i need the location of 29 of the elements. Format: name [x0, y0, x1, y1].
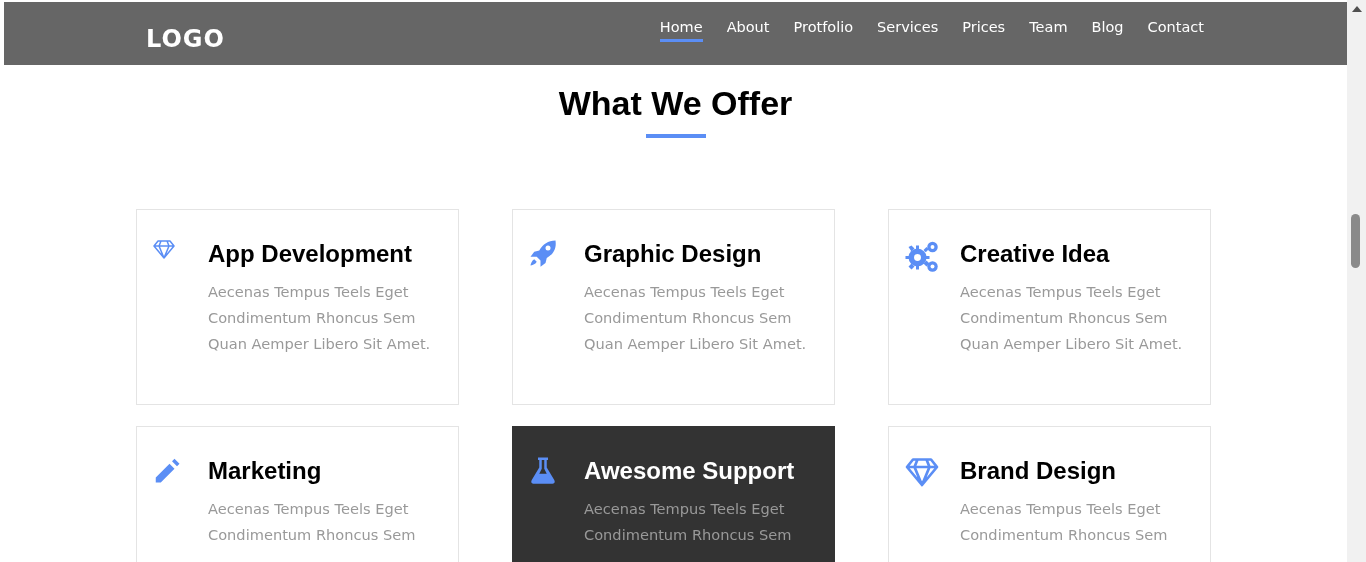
nav-link[interactable]: Services [877, 19, 939, 42]
nav-link[interactable]: Team [1029, 19, 1068, 42]
card-title: Brand Design [960, 457, 1118, 485]
nav-link[interactable]: Protfolio [793, 19, 854, 42]
card-description: Aecenas Tempus Teels Eget Condimentum Rhoncus Sem [584, 499, 793, 545]
card-description: Aecenas Tempus Teels Eget Condimentum Rhoncus Sem Quan Aemper Libero Sit Amet. [584, 282, 808, 354]
card-title: Awesome Support [584, 457, 796, 485]
nav-link[interactable]: Prices [962, 19, 1006, 42]
scrollbar-thumb[interactable] [1351, 214, 1360, 268]
card-title: Graphic Design [584, 240, 763, 268]
title-underline [645, 134, 706, 138]
card-title: App Development [208, 240, 414, 268]
nav-link[interactable]: About [726, 19, 770, 42]
nav-link[interactable]: Home [659, 19, 703, 42]
card-title: Marketing [208, 457, 323, 485]
flask-icon [528, 455, 558, 485]
card-description: Aecenas Tempus Teels Eget Condimentum Rhoncus Sem [208, 499, 417, 545]
card-description: Aecenas Tempus Teels Eget Condimentum Rhoncus Sem Quan Aemper Libero Sit Amet. [208, 282, 432, 354]
card-description: Aecenas Tempus Teels Eget Condimentum Rhoncus Sem [960, 499, 1169, 545]
nav-link[interactable]: Blog [1091, 19, 1124, 42]
card-title: Creative Idea [960, 240, 1111, 268]
diamond-icon [152, 238, 176, 262]
rocket-icon [528, 238, 558, 268]
logo[interactable]: LOGO [146, 24, 225, 53]
nav-link[interactable]: Contact [1147, 19, 1204, 42]
scroll-up-arrow-icon[interactable] [1351, 6, 1362, 12]
card-description: Aecenas Tempus Teels Eget Condimentum Rhoncus Sem Quan Aemper Libero Sit Amet. [960, 282, 1184, 354]
section-title: What We Offer [558, 83, 793, 123]
scrollbar[interactable] [1347, 0, 1366, 562]
